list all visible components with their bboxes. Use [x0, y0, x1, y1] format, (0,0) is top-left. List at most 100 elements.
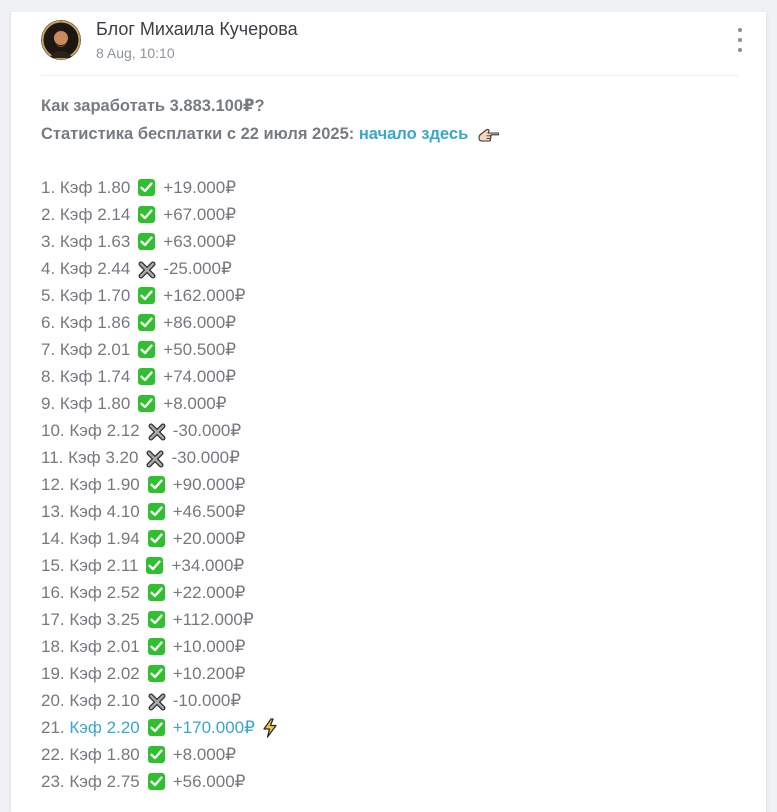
row-kef: Кэф 1.90	[69, 475, 140, 494]
row-number: 2.	[41, 205, 60, 224]
row-kef: Кэф 3.25	[69, 610, 140, 629]
row-amount: -30.000₽	[172, 421, 242, 440]
row-number: 8.	[41, 367, 60, 386]
results-list: 1. Кэф 1.80 +19.000₽ 2. Кэф 2.14 +67.000₽ 3.…	[41, 174, 738, 795]
avatar[interactable]	[41, 20, 81, 60]
row-kef: Кэф 3.20	[68, 448, 139, 467]
result-row: 17. Кэф 3.25 +112.000₽	[41, 606, 738, 633]
row-amount: +10.200₽	[172, 664, 246, 683]
result-row: 6. Кэф 1.86 +86.000₽	[41, 309, 738, 336]
row-amount: +50.500₽	[163, 340, 237, 359]
cross-mark-icon	[148, 692, 166, 710]
result-row: 23. Кэф 2.75 +56.000₽	[41, 768, 738, 795]
result-row: 5. Кэф 1.70 +162.000₽	[41, 282, 738, 309]
result-row: 20. Кэф 2.10 -10.000₽	[41, 687, 738, 714]
row-kef[interactable]: Кэф 2.20	[69, 714, 139, 741]
row-number: 19.	[41, 664, 70, 683]
row-amount: +67.000₽	[163, 205, 237, 224]
row-kef: Кэф 2.12	[69, 421, 140, 440]
row-number: 11.	[41, 448, 69, 467]
post-body: Как заработать 3.883.100₽? Статистика бе…	[41, 92, 738, 795]
check-mark-icon	[147, 773, 165, 790]
row-kef: Кэф 1.74	[59, 367, 131, 386]
row-number: 16.	[41, 583, 70, 602]
row-number: 9.	[41, 394, 60, 413]
cross-mark-icon	[146, 449, 164, 467]
row-kef: Кэф 4.10	[69, 502, 140, 521]
row-number: 10.	[41, 421, 70, 440]
row-amount: +112.000₽	[172, 610, 254, 629]
row-kef: Кэф 2.01	[69, 637, 140, 656]
result-row: 14. Кэф 1.94 +20.000₽	[41, 525, 738, 552]
check-mark-icon	[138, 314, 156, 331]
check-mark-icon	[138, 233, 156, 250]
row-amount: -25.000₽	[163, 259, 232, 278]
check-mark-icon	[147, 638, 165, 655]
post-header: Блог Михаила Кучерова 8 Aug, 10:10	[41, 12, 742, 76]
result-row: 9. Кэф 1.80 +8.000₽	[41, 390, 738, 417]
check-mark-icon	[138, 341, 156, 358]
row-number: 17.	[41, 610, 70, 629]
check-mark-icon	[138, 179, 156, 196]
row-number: 20.	[41, 691, 70, 710]
result-row: 13. Кэф 4.10 +46.500₽	[41, 498, 738, 525]
row-amount: +90.000₽	[172, 475, 246, 494]
author-name[interactable]: Блог Михаила Кучерова	[96, 19, 298, 40]
row-kef: Кэф 2.44	[59, 259, 131, 278]
check-mark-icon	[147, 503, 165, 520]
cross-mark-icon	[138, 260, 156, 278]
row-amount: +8.000₽	[163, 394, 227, 413]
result-row: 3. Кэф 1.63 +63.000₽	[41, 228, 738, 255]
row-number: 23.	[41, 772, 70, 791]
row-amount: -30.000₽	[171, 448, 240, 467]
row-kef: Кэф 2.52	[69, 583, 140, 602]
check-mark-icon	[147, 476, 165, 493]
row-amount: +86.000₽	[163, 313, 237, 332]
row-amount: +20.000₽	[172, 529, 246, 548]
result-row: 7. Кэф 2.01 +50.500₽	[41, 336, 738, 363]
row-kef: Кэф 1.80	[69, 745, 140, 764]
check-mark-icon	[147, 530, 165, 547]
result-row: 11. Кэф 3.20 -30.000₽	[41, 444, 738, 471]
row-kef: Кэф 2.02	[69, 664, 140, 683]
row-amount: +19.000₽	[163, 178, 237, 197]
row-amount: +10.000₽	[172, 637, 246, 656]
result-row: 15. Кэф 2.11 +34.000₽	[41, 552, 738, 579]
result-row: 22. Кэф 1.80 +8.000₽	[41, 741, 738, 768]
row-amount: +74.000₽	[163, 367, 237, 386]
row-kef: Кэф 2.01	[59, 340, 131, 359]
row-kef: Кэф 2.75	[69, 772, 140, 791]
result-row: 18. Кэф 2.01 +10.000₽	[41, 633, 738, 660]
row-number: 4.	[41, 259, 60, 278]
row-number: 12.	[41, 475, 70, 494]
row-amount: -10.000₽	[172, 691, 242, 710]
result-row: 10. Кэф 2.12 -30.000₽	[41, 417, 738, 444]
row-kef: Кэф 2.11	[69, 556, 139, 575]
row-amount: +162.000₽	[163, 286, 246, 305]
pointing-hand-icon	[477, 124, 500, 152]
row-number: 6.	[41, 313, 60, 332]
row-kef: Кэф 1.94	[69, 529, 140, 548]
check-mark-icon	[138, 206, 156, 223]
row-amount[interactable]: +170.000₽	[173, 714, 255, 741]
lightning-icon	[261, 717, 279, 738]
stats-link[interactable]: начало здесь	[359, 125, 468, 143]
check-mark-icon	[147, 611, 165, 628]
headline: Как заработать 3.883.100₽?	[41, 97, 265, 115]
stats-line: Статистика бесплатки с 22 июля 2025: нач…	[41, 120, 738, 148]
more-options-icon[interactable]	[734, 28, 746, 52]
result-row: 8. Кэф 1.74 +74.000₽	[41, 363, 738, 390]
row-kef: Кэф 1.63	[59, 232, 131, 251]
check-mark-icon	[138, 395, 156, 412]
cross-mark-icon	[148, 422, 166, 440]
row-number: 13.	[41, 502, 70, 521]
row-kef: Кэф 1.70	[59, 286, 131, 305]
row-number: 15.	[41, 556, 70, 575]
row-number: 22.	[41, 745, 70, 764]
check-mark-icon	[138, 287, 156, 304]
row-number: 5.	[41, 286, 60, 305]
row-number: 18.	[41, 637, 70, 656]
post-card: Блог Михаила Кучерова 8 Aug, 10:10 Как з…	[10, 12, 767, 812]
row-amount: +34.000₽	[171, 556, 245, 575]
